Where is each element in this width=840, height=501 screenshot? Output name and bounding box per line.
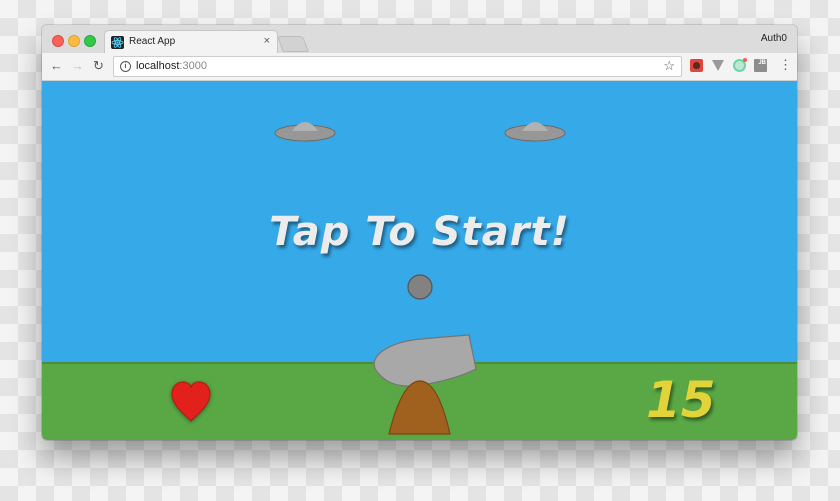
maximize-window-button[interactable]	[84, 35, 96, 47]
info-icon[interactable]: i	[120, 61, 131, 72]
tab-title: React App	[129, 36, 176, 47]
browser-window: React App × Auth0 ← → ↻ i localhost:3000…	[42, 25, 797, 440]
browser-toolbar: ← → ↻ i localhost:3000 ☆ JB ⋮	[42, 53, 797, 81]
title-bar: React App × Auth0	[42, 25, 797, 55]
cannonball	[407, 274, 433, 300]
close-tab-icon[interactable]: ×	[264, 35, 270, 47]
game-canvas[interactable]: Tap To Start! 15	[42, 81, 797, 440]
reload-icon[interactable]: ↻	[93, 58, 104, 74]
new-tab-button[interactable]	[277, 36, 309, 52]
url-text[interactable]: localhost:3000	[136, 60, 207, 72]
heart-life-icon	[171, 381, 211, 422]
score-counter: 15	[646, 371, 716, 429]
bug-extension-icon[interactable]	[690, 59, 703, 72]
jb-extension-icon[interactable]: JB	[754, 59, 767, 72]
address-bar[interactable]: i localhost:3000 ☆	[113, 56, 682, 77]
bookmark-star-icon[interactable]: ☆	[663, 58, 675, 74]
tab-react-app[interactable]: React App ×	[104, 30, 278, 55]
vue-devtools-icon[interactable]	[712, 60, 724, 71]
react-logo-icon	[111, 36, 124, 49]
url-port: :3000	[179, 60, 207, 72]
tap-to-start-message[interactable]: Tap To Start!	[42, 209, 797, 255]
radar-extension-icon[interactable]	[733, 58, 747, 72]
url-host: localhost	[136, 60, 180, 72]
cannon-base	[388, 380, 451, 435]
profile-name[interactable]: Auth0	[761, 33, 787, 44]
flying-object[interactable]	[274, 122, 336, 142]
browser-menu-icon[interactable]: ⋮	[779, 57, 792, 73]
minimize-window-button[interactable]	[68, 35, 80, 47]
back-arrow-icon[interactable]: ←	[50, 58, 63, 74]
forward-arrow-icon[interactable]: →	[71, 58, 84, 74]
cannon-pipe	[373, 334, 477, 387]
close-window-button[interactable]	[52, 35, 64, 47]
flying-object[interactable]	[504, 122, 566, 142]
